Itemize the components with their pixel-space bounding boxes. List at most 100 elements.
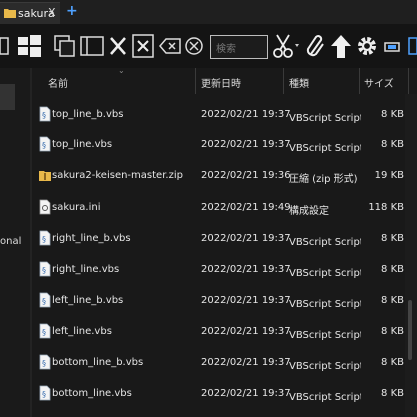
file-name: left_line.vbs (52, 326, 112, 337)
column-header-date[interactable]: 更新日時 (201, 75, 241, 90)
zip-folder-icon (39, 171, 51, 181)
new-tab-button[interactable]: + (66, 3, 78, 19)
file-date: 2022/02/21 19:37 (201, 109, 291, 120)
svg-text:§: § (42, 328, 46, 337)
scrollbar-thumb[interactable] (408, 300, 412, 360)
nav-selected-item[interactable] (0, 84, 15, 110)
file-type: VBScript Script ファイル (289, 143, 361, 154)
svg-text:§: § (42, 111, 46, 120)
file-name: top_line.vbs (52, 139, 113, 150)
column-divider[interactable] (195, 68, 196, 94)
svg-text:§: § (42, 141, 46, 150)
file-name: top_line_b.vbs (52, 109, 124, 120)
file-type: 圧縮 (zip 形式) フォルダー (289, 174, 361, 185)
toolbar: 検索 (0, 24, 417, 68)
column-divider[interactable] (283, 68, 284, 94)
file-row[interactable]: § left_line.vbs 2022/02/21 19:37 VBScrip… (32, 319, 417, 345)
search-placeholder: 検索 (216, 44, 236, 55)
duplicate-window-icon[interactable] (52, 32, 76, 60)
vbs-script-icon: § (39, 106, 51, 122)
file-manager-window: sakura X + 検索 onal ⌄ 名前 更新日時 種類 サイズ § to… (0, 0, 417, 417)
vbs-script-icon: § (39, 230, 51, 246)
file-date: 2022/02/21 19:37 (201, 295, 291, 306)
svg-text:§: § (42, 266, 46, 275)
column-header-row: ⌄ 名前 更新日時 種類 サイズ (32, 66, 417, 94)
vbs-script-icon: § (39, 292, 51, 308)
vbs-script-icon: § (39, 323, 51, 339)
file-type: VBScript Script ファイル (289, 268, 361, 279)
file-row[interactable]: § left_line_b.vbs 2022/02/21 19:37 VBScr… (32, 288, 417, 314)
vertical-scrollbar[interactable] (405, 94, 417, 417)
file-name: bottom_line.vbs (52, 388, 132, 399)
column-header-type[interactable]: 種類 (289, 75, 309, 90)
vbs-script-icon: § (39, 136, 51, 152)
file-row[interactable]: § top_line.vbs 2022/02/21 19:37 VBScript… (32, 132, 417, 158)
close-box-icon[interactable] (131, 32, 155, 60)
file-date: 2022/02/21 19:49 (201, 202, 291, 213)
window-edge-icon[interactable] (407, 32, 417, 60)
file-date: 2022/02/21 19:37 (201, 326, 291, 337)
file-size: 8 KB (381, 109, 404, 120)
file-size: 8 KB (381, 233, 404, 244)
tab-close-button[interactable]: X (48, 6, 56, 19)
gear-icon[interactable] (355, 32, 379, 60)
svg-text:§: § (42, 359, 46, 368)
scissors-icon[interactable] (272, 32, 302, 60)
file-size: 8 KB (381, 388, 404, 399)
file-name: right_line.vbs (52, 264, 120, 275)
sort-chevron-icon: ⌄ (118, 66, 125, 75)
folder-icon (4, 9, 16, 18)
file-row[interactable]: sakura2-keisen-master.zip 2022/02/21 19:… (32, 163, 417, 189)
file-row[interactable]: § bottom_line.vbs 2022/02/21 19:37 VBScr… (32, 381, 417, 407)
svg-text:§: § (42, 390, 46, 399)
file-type: VBScript Script ファイル (289, 392, 361, 403)
ini-file-icon (39, 199, 51, 215)
vbs-script-icon: § (39, 385, 51, 401)
column-header-name[interactable]: 名前 (48, 75, 68, 90)
file-size: 8 KB (381, 264, 404, 275)
circle-x-icon[interactable] (184, 32, 204, 60)
file-date: 2022/02/21 19:37 (201, 264, 291, 275)
file-size: 118 KB (368, 202, 404, 213)
file-date: 2022/02/21 19:37 (201, 233, 291, 244)
file-type: VBScript Script ファイル (289, 361, 361, 372)
partial-grid-icon[interactable] (0, 32, 10, 60)
column-header-size[interactable]: サイズ (364, 75, 394, 90)
minimize-icon[interactable] (383, 32, 405, 60)
file-type: VBScript Script ファイル (289, 237, 361, 248)
file-row[interactable]: § bottom_line_b.vbs 2022/02/21 19:37 VBS… (32, 350, 417, 376)
file-size: 8 KB (381, 295, 404, 306)
navigation-pane: onal (0, 68, 30, 417)
file-type: VBScript Script ファイル (289, 330, 361, 341)
tab-sakura[interactable]: sakura X (0, 2, 60, 25)
backspace-icon[interactable] (158, 32, 182, 60)
file-name: sakura.ini (52, 202, 101, 213)
nav-item-label[interactable]: onal (0, 236, 21, 247)
file-size: 8 KB (381, 357, 404, 368)
paperclip-icon[interactable] (305, 32, 327, 60)
vbs-script-icon: § (39, 261, 51, 277)
file-size: 8 KB (381, 139, 404, 150)
file-name: right_line_b.vbs (52, 233, 131, 244)
file-row[interactable]: § right_line.vbs 2022/02/21 19:37 VBScri… (32, 257, 417, 283)
window-icon[interactable] (79, 32, 105, 60)
column-divider[interactable] (359, 68, 360, 94)
file-row[interactable]: § right_line_b.vbs 2022/02/21 19:37 VBSc… (32, 226, 417, 252)
windows-logo-icon[interactable] (16, 32, 42, 60)
svg-text:§: § (42, 297, 46, 306)
file-date: 2022/02/21 19:37 (201, 357, 291, 368)
tab-bar: sakura X + (0, 0, 417, 25)
file-date: 2022/02/21 19:37 (201, 139, 291, 150)
file-name: sakura2-keisen-master.zip (52, 170, 183, 181)
search-input[interactable]: 検索 (210, 35, 268, 59)
column-divider[interactable] (408, 68, 409, 94)
vbs-script-icon: § (39, 354, 51, 370)
file-row[interactable]: § top_line_b.vbs 2022/02/21 19:37 VBScri… (32, 102, 417, 128)
file-size: 8 KB (381, 326, 404, 337)
file-name: left_line_b.vbs (52, 295, 124, 306)
up-arrow-icon[interactable] (329, 32, 353, 60)
file-date: 2022/02/21 19:37 (201, 388, 291, 399)
file-row[interactable]: sakura.ini 2022/02/21 19:49 構成設定 118 KB (32, 195, 417, 221)
file-name: bottom_line_b.vbs (52, 357, 144, 368)
close-x-icon[interactable] (108, 32, 128, 60)
